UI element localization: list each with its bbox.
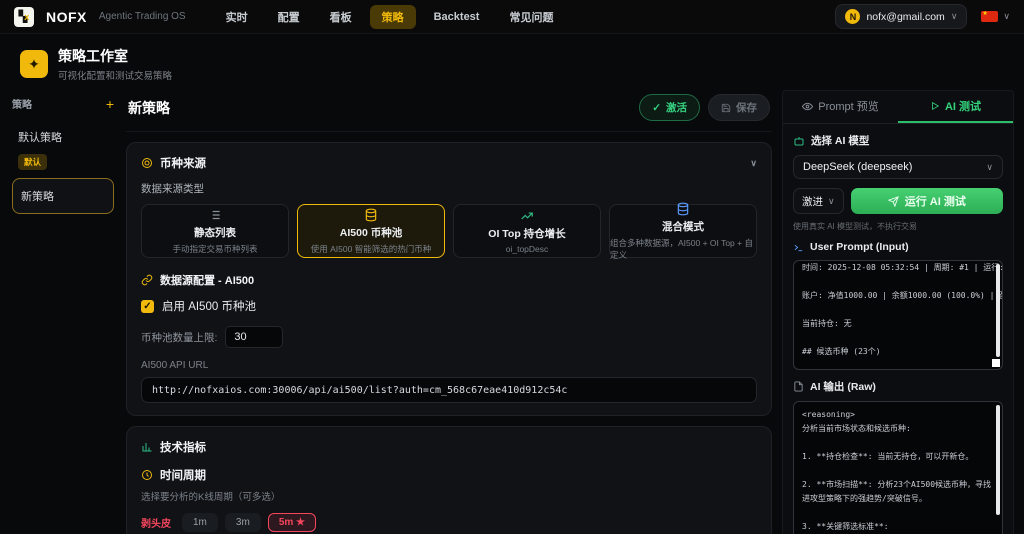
option-static-list[interactable]: 静态列表 手动指定交易币种列表 (141, 204, 289, 258)
indicators-title: 技术指标 (160, 439, 206, 455)
tab-ai-test[interactable]: AI 测试 (898, 91, 1013, 123)
checkbox-checked-icon: ✓ (141, 300, 154, 313)
coin-source-section: 币种来源 ∨ 数据来源类型 静态列表 手动指定交易币种列表 AI500 币种池 … (126, 142, 772, 416)
nav-item-config[interactable]: 配置 (266, 5, 312, 29)
option-hybrid-mode[interactable]: 混合模式 组合多种数据源，AI500 + OI Top + 自定义 (609, 204, 757, 258)
check-icon: ✓ (652, 102, 661, 114)
user-email: nofx@gmail.com (866, 11, 944, 23)
option-ai500-pool[interactable]: AI500 币种池 使用 AI500 智能筛选的热门币种 (297, 204, 445, 258)
row-label-scalp: 剥头皮 (141, 515, 175, 530)
brand-name: NOFX (46, 9, 87, 25)
tf-chip-1m[interactable]: 1m (182, 513, 218, 532)
nav-item-dashboard[interactable]: 看板 (318, 5, 364, 29)
strategy-title: 新策略 (128, 98, 170, 118)
mode-select[interactable]: 激进 ∨ (793, 188, 844, 214)
run-ai-test-button[interactable]: 运行 AI 测试 (851, 188, 1003, 214)
pool-limit-label: 币种池数量上限: (141, 330, 217, 345)
model-select[interactable]: DeepSeek (deepseek) ∨ (793, 155, 1003, 179)
nav-item-strategy[interactable]: 策略 (370, 5, 416, 29)
page-subtitle: 可视化配置和测试交易策略 (58, 68, 172, 82)
bar-chart-icon (141, 441, 153, 453)
user-prompt-block[interactable]: 时间: 2025-12-08 05:32:54 | 周期: #1 | 运行: 9… (793, 260, 1003, 370)
scrollbar-corner[interactable] (992, 359, 1000, 367)
language-selector[interactable]: ∨ (981, 11, 1010, 22)
strategy-editor: 新策略 ✓ 激活 保存 币种来源 ∨ 数据来源类型 (126, 90, 772, 534)
sidebar-item-default-strategy[interactable]: 默认策略 (12, 123, 114, 151)
robot-icon (793, 135, 805, 147)
play-icon (930, 101, 940, 111)
coin-icon (141, 157, 153, 169)
nav-item-faq[interactable]: 常见问题 (497, 5, 565, 29)
database-icon (364, 208, 378, 222)
data-source-type-label: 数据来源类型 (141, 181, 757, 196)
ai-output-label: AI 输出 (Raw) (810, 379, 876, 394)
top-nav: ▚x NOFX Agentic Trading OS 实时 配置 看板 策略 B… (0, 0, 1024, 34)
trending-up-icon (520, 209, 534, 223)
send-icon (888, 196, 899, 207)
eye-icon (802, 101, 813, 112)
document-icon (793, 381, 804, 392)
activate-button[interactable]: ✓ 激活 (639, 94, 700, 121)
sidebar-item-new-strategy[interactable]: 新策略 (12, 178, 114, 214)
chevron-down-icon: ∨ (828, 196, 835, 207)
ai-output-block[interactable]: <reasoning> 分析当前市场状态和候选币种: 1. **持仓检查**: … (793, 401, 1003, 534)
user-avatar: N (845, 9, 860, 24)
link-icon (141, 274, 153, 286)
run-caption: 使用真实 AI 模型测试，不执行交易 (793, 221, 1003, 232)
page-header: ✦ 策略工作室 可视化配置和测试交易策略 (0, 34, 1024, 90)
chevron-down-icon: ∨ (1003, 11, 1010, 22)
vertical-scrollbar[interactable] (996, 405, 1000, 515)
ai-test-panel: Prompt 预览 AI 测试 选择 AI 模型 DeepSeek (deeps… (782, 90, 1014, 534)
chevron-down-icon: ∨ (951, 11, 958, 22)
user-menu[interactable]: N nofx@gmail.com ∨ (835, 4, 967, 29)
save-button[interactable]: 保存 (708, 94, 770, 121)
option-oi-top[interactable]: OI Top 持仓增长 oi_topDesc (453, 204, 601, 258)
cn-flag-icon (981, 11, 998, 22)
nav-item-realtime[interactable]: 实时 (214, 5, 260, 29)
coin-source-title: 币种来源 (160, 155, 206, 171)
ai-output-text: <reasoning> 分析当前市场状态和候选币种: 1. **持仓检查**: … (802, 408, 992, 534)
user-prompt-text: 时间: 2025-12-08 05:32:54 | 周期: #1 | 运行: 9… (802, 261, 992, 370)
clock-icon (141, 469, 153, 481)
nofx-logo-icon: ▚x (14, 7, 34, 27)
list-icon (208, 208, 222, 222)
strategy-sidebar: 策略 + 默认策略 默认 新策略 (10, 90, 116, 534)
enable-ai500-checkbox[interactable]: ✓ 启用 AI500 币种池 (141, 298, 757, 314)
timeframe-title: 时间周期 (160, 467, 206, 483)
tab-prompt-preview[interactable]: Prompt 预览 (783, 91, 898, 123)
chevron-down-icon: ∨ (986, 162, 993, 173)
page-title: 策略工作室 (58, 46, 172, 66)
user-prompt-label: User Prompt (Input) (810, 241, 909, 253)
indicators-section: 技术指标 时间周期 选择要分析的K线周期（可多选） 剥头皮 1m 3m 5m ★… (126, 426, 772, 534)
chevron-down-icon[interactable]: ∨ (750, 158, 757, 169)
pool-limit-input[interactable] (225, 326, 283, 348)
brand-subtitle: Agentic Trading OS (99, 11, 186, 22)
tf-chip-3m[interactable]: 3m (225, 513, 261, 532)
model-select-label: 选择 AI 模型 (811, 133, 869, 148)
api-url-input[interactable] (141, 377, 757, 403)
api-url-label: AI500 API URL (141, 360, 757, 371)
database-icon (676, 202, 690, 216)
sparkles-icon: ✦ (20, 50, 48, 78)
save-icon (721, 103, 731, 113)
vertical-scrollbar[interactable] (996, 264, 1000, 357)
tf-chip-5m[interactable]: 5m ★ (268, 513, 316, 532)
timeframe-hint: 选择要分析的K线周期（可多选） (141, 489, 757, 503)
nav-item-backtest[interactable]: Backtest (422, 7, 492, 27)
sidebar-title: 策略 (12, 96, 32, 111)
terminal-icon (793, 242, 804, 253)
add-strategy-button[interactable]: + (106, 99, 114, 109)
datasource-config-title: 数据源配置 - AI500 (160, 272, 254, 288)
default-badge: 默认 (18, 154, 47, 170)
